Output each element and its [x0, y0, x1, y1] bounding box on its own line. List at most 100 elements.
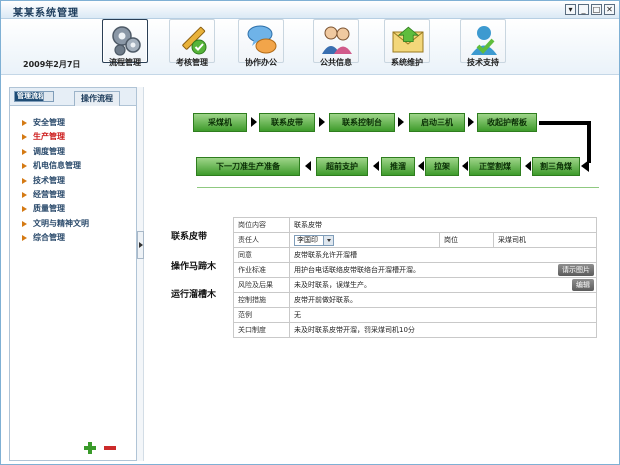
table-row: 关口制度 未及时联系皮带开溜，罚采煤司机10分 — [233, 322, 597, 338]
window-controls: ▾ _ □ ✕ — [565, 4, 615, 15]
arrow-right-icon — [398, 117, 404, 127]
field-value: 皮带联系允许开溜槽 — [289, 247, 597, 263]
arrow-right-icon — [251, 117, 257, 127]
toolbar-assessment[interactable]: 考核管理 — [165, 19, 219, 73]
window-menu-button[interactable]: ▾ — [565, 4, 576, 15]
connector-line — [539, 121, 591, 125]
toolbar-label: 考核管理 — [176, 58, 208, 67]
flow-step[interactable]: 联系皮带 — [259, 113, 315, 132]
sidebar-item-electromechanical[interactable]: 机电信息管理 — [22, 159, 89, 173]
field-key: 风险及后果 — [233, 277, 290, 293]
main-window: 某某系统管理 ▾ _ □ ✕ 2009年2月7日 流程管理 考核管理 协作办公 … — [0, 0, 620, 465]
arrow-icon — [22, 148, 27, 155]
field-key: 岗位 — [439, 232, 494, 248]
field-value: 未及时联系，误煤生产。 — [294, 281, 371, 289]
table-row: 同意 皮带联系允许开溜槽 — [233, 247, 597, 263]
sidebar-item-quality[interactable]: 质量管理 — [22, 202, 89, 216]
sidebar-item-operations[interactable]: 经营管理 — [22, 188, 89, 202]
toolbar-collaboration[interactable]: 协作办公 — [234, 19, 288, 73]
flow-step[interactable]: 联系控制台 — [329, 113, 395, 132]
gears-icon — [112, 26, 141, 56]
table-row: 范例 无 — [233, 307, 597, 323]
field-value-cell: 未及时联系，误煤生产。 编辑 — [289, 277, 597, 293]
chevron-down-icon — [327, 238, 331, 242]
arrow-icon — [22, 177, 27, 184]
splitter[interactable] — [137, 87, 144, 461]
support-person-icon — [471, 26, 497, 55]
sidebar: 管理流程 操作流程 安全管理 生产管理 调度管理 机电信息管理 技术管理 经营管… — [9, 87, 137, 461]
chat-bubbles-icon — [247, 25, 277, 54]
tab-management-flow[interactable]: 管理流程 — [14, 91, 54, 102]
flow-step[interactable]: 下一刀准生产准备 — [196, 157, 300, 176]
table-row: 作业标准 用护台电话联络皮带联络台开溜槽开溜。 请示图片 — [233, 262, 597, 278]
flow-step[interactable]: 拉架 — [425, 157, 459, 176]
arrow-icon — [22, 220, 27, 227]
flow-step[interactable]: 采煤机 — [193, 113, 247, 132]
arrow-icon — [22, 191, 27, 198]
flow-step[interactable]: 正堂割煤 — [469, 157, 521, 176]
arrow-left-icon — [581, 160, 589, 172]
field-value: 联系皮带 — [289, 217, 597, 233]
pencil-check-icon — [182, 26, 207, 55]
arrow-icon — [22, 206, 27, 213]
flow-step[interactable]: 超前支护 — [316, 157, 368, 176]
sidebar-nav: 安全管理 生产管理 调度管理 机电信息管理 技术管理 经营管理 质量管理 文明与… — [22, 116, 89, 246]
section-label: 操作马蹄木 — [171, 262, 217, 272]
remove-icon[interactable] — [104, 442, 116, 454]
toolbar-process-management[interactable]: 流程管理 — [98, 19, 152, 73]
table-row: 岗位内容 联系皮带 — [233, 217, 597, 233]
table-row: 控制措施 皮带开前做好联系。 — [233, 292, 597, 308]
toolbar-public-info[interactable]: 公共信息 — [309, 19, 363, 73]
tab-operation-flow[interactable]: 操作流程 — [74, 91, 120, 106]
field-value-cell: 用护台电话联络皮带联络台开溜槽开溜。 请示图片 — [289, 262, 597, 278]
connector-line — [587, 121, 591, 163]
field-key: 范例 — [233, 307, 290, 323]
title-bar: 某某系统管理 ▾ _ □ ✕ — [1, 1, 619, 19]
field-key: 关口制度 — [233, 322, 290, 338]
field-value: 采煤司机 — [493, 232, 597, 248]
sidebar-item-general[interactable]: 综合管理 — [22, 231, 89, 245]
arrow-left-icon — [373, 161, 379, 171]
sidebar-tabs: 管理流程 操作流程 — [10, 88, 136, 106]
field-value: 无 — [289, 307, 597, 323]
field-key: 岗位内容 — [233, 217, 290, 233]
flow-step[interactable]: 推溜 — [381, 157, 415, 176]
collapse-handle[interactable] — [137, 231, 144, 259]
maximize-button[interactable]: □ — [591, 4, 602, 15]
section-label: 联系皮带 — [171, 232, 208, 242]
arrow-icon — [22, 235, 27, 242]
sidebar-item-technology[interactable]: 技术管理 — [22, 174, 89, 188]
field-key: 控制措施 — [233, 292, 290, 308]
toolbar-tech-support[interactable]: 技术支持 — [456, 19, 510, 73]
section-label: 运行溜槽木 — [171, 290, 217, 300]
edit-button[interactable]: 编辑 — [572, 279, 594, 291]
flow-step[interactable]: 收起护帮板 — [477, 113, 537, 132]
responsible-select[interactable]: 李国印 — [294, 234, 334, 246]
sidebar-item-safety[interactable]: 安全管理 — [22, 116, 89, 130]
sidebar-item-civilization[interactable]: 文明与精神文明 — [22, 217, 89, 231]
date-label: 2009年2月7日 — [23, 60, 81, 69]
add-icon[interactable] — [84, 442, 96, 454]
arrow-right-icon — [319, 117, 325, 127]
close-button[interactable]: ✕ — [604, 4, 615, 15]
table-row: 责任人 李国印 岗位 采煤司机 — [233, 232, 597, 248]
flow-step[interactable]: 割三角煤 — [532, 157, 580, 176]
field-value: 未及时联系皮带开溜，罚采煤司机10分 — [289, 322, 597, 338]
arrow-left-icon — [525, 161, 531, 171]
minimize-button[interactable]: _ — [578, 4, 589, 15]
divider — [197, 187, 599, 188]
sidebar-item-dispatch[interactable]: 调度管理 — [22, 145, 89, 159]
arrow-left-icon — [305, 161, 311, 171]
toolbar: 2009年2月7日 流程管理 考核管理 协作办公 公共信息 系统维护 技术支持 — [1, 19, 619, 75]
field-key: 责任人 — [233, 232, 290, 248]
flow-step[interactable]: 启动三机 — [409, 113, 465, 132]
toolbar-system-maintenance[interactable]: 系统维护 — [380, 19, 434, 73]
arrow-left-icon — [462, 161, 468, 171]
toolbar-label: 流程管理 — [109, 58, 141, 67]
sidebar-item-production[interactable]: 生产管理 — [22, 130, 89, 144]
toolbar-label: 协作办公 — [245, 58, 277, 67]
toolbar-label: 系统维护 — [391, 58, 423, 67]
arrow-icon — [22, 134, 27, 141]
envelope-icon — [392, 26, 424, 53]
view-image-button[interactable]: 请示图片 — [558, 264, 594, 276]
